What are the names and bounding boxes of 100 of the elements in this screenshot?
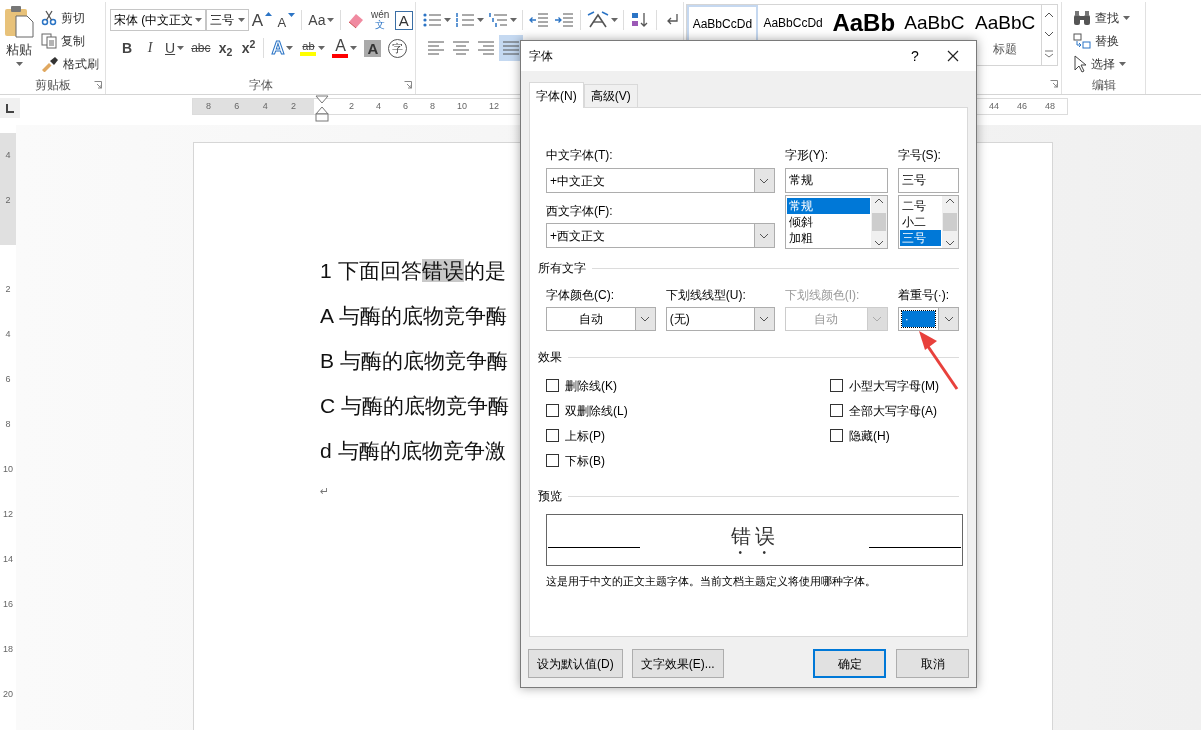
chevron-down-icon xyxy=(759,316,770,322)
underline-button[interactable]: U xyxy=(162,36,188,60)
section-title: 预览 xyxy=(538,488,562,505)
tab[interactable]: 高级(V) xyxy=(583,84,638,107)
align-justify-icon xyxy=(502,40,520,56)
checkbox[interactable] xyxy=(830,404,843,417)
field-label: 下划线颜色(I): xyxy=(784,288,861,303)
checkbox[interactable] xyxy=(546,429,559,442)
replace-button[interactable]: 替换 xyxy=(1070,29,1133,52)
chevron-down-icon xyxy=(1044,31,1055,37)
text-field[interactable]: 常规 xyxy=(784,168,888,193)
field-label: 中文字体(T): xyxy=(546,148,614,163)
dropdown-field[interactable]: · xyxy=(897,307,959,331)
highlight-button[interactable]: ab xyxy=(297,36,329,60)
list-item[interactable]: 加粗 xyxy=(786,230,870,246)
launcher-icon xyxy=(404,81,412,89)
scrollbar[interactable] xyxy=(870,196,887,248)
caret-icon xyxy=(194,18,202,22)
find-button[interactable]: 查找 xyxy=(1070,6,1133,29)
document-paragraph: B 与酶的底物竞争酶 xyxy=(320,348,508,374)
tab[interactable]: 字体(N) xyxy=(529,82,584,108)
subscript-button[interactable]: x$_{2}$ xyxy=(214,36,237,60)
ruler-number: 4 xyxy=(262,99,268,113)
checkbox[interactable] xyxy=(546,404,559,417)
field-label: 下划线线型(U): xyxy=(665,288,747,303)
caret-icon xyxy=(1119,61,1126,66)
group-label: 剪贴板 xyxy=(34,77,71,94)
phonetic-button[interactable]: wén 文 xyxy=(368,8,392,32)
bullet-list-icon xyxy=(421,12,442,28)
paragraph-mark: ↵ xyxy=(320,484,330,499)
preview-text: 错误 xyxy=(730,523,779,549)
italic-button[interactable]: I xyxy=(139,36,161,60)
group-label: 字体 xyxy=(248,77,273,94)
checkbox[interactable] xyxy=(546,379,559,392)
dialog-button[interactable]: 设为默认值(D) xyxy=(528,649,623,678)
ruler-number: 10 xyxy=(457,99,468,113)
scrollbar[interactable] xyxy=(942,196,958,248)
chevron-down-icon xyxy=(759,232,770,239)
group-label: 编辑 xyxy=(1091,77,1116,94)
effects-button[interactable]: A xyxy=(268,36,297,60)
dialog-button[interactable]: 文字效果(E)... xyxy=(631,649,724,678)
select-button[interactable]: 选择 xyxy=(1070,52,1133,75)
dialog-button[interactable]: 确定 xyxy=(813,649,886,678)
checkbox-label: 下标(B) xyxy=(565,452,605,470)
more-icon xyxy=(1044,50,1055,59)
field-label: 着重号(·): xyxy=(897,288,950,303)
strike-button[interactable]: abc xyxy=(188,36,214,60)
ruler-number: 8 xyxy=(430,99,436,113)
paste-button[interactable]: 粘贴 xyxy=(0,2,38,76)
color-button[interactable]: A xyxy=(329,36,361,60)
border-button[interactable]: A xyxy=(392,8,416,32)
shrink-button[interactable]: A xyxy=(275,8,298,32)
ruler-number: 6 xyxy=(5,374,11,385)
ruler-number: 18 xyxy=(3,644,13,655)
section-title: 效果 xyxy=(538,349,562,366)
case-button[interactable]: Aa xyxy=(306,8,337,32)
dialog-title: 字体 xyxy=(528,48,554,65)
align-left-icon xyxy=(427,40,445,56)
list-item[interactable]: 二号 xyxy=(899,198,941,214)
chevron-up-icon xyxy=(945,198,955,204)
checkbox-label: 双删除线(L) xyxy=(565,402,628,420)
align-justify-button[interactable] xyxy=(499,35,523,61)
ruler-number: 12 xyxy=(3,509,13,520)
text-field[interactable]: 三号 xyxy=(897,168,959,193)
list-item[interactable]: 小二 xyxy=(899,214,941,230)
font-size-select[interactable]: 三号 xyxy=(205,9,249,31)
checkbox-label: 全部大写字母(A) xyxy=(849,402,937,420)
dialog-button[interactable]: 取消 xyxy=(896,649,969,678)
list-item[interactable]: 三号 xyxy=(899,230,941,246)
dropdown-field[interactable]: +中文正文 xyxy=(546,168,775,193)
close-icon xyxy=(947,50,959,62)
list-item[interactable]: 常规 xyxy=(786,198,870,214)
brush-icon xyxy=(41,55,59,72)
launcher-icon xyxy=(94,81,102,89)
caret-icon xyxy=(15,61,23,66)
checkbox[interactable] xyxy=(830,429,843,442)
checkbox[interactable] xyxy=(546,454,559,467)
outdent-icon xyxy=(529,12,550,28)
copy-button[interactable]: 复制 xyxy=(38,29,102,52)
dropdown-field[interactable]: (无) xyxy=(665,307,775,331)
numbered-list-icon xyxy=(454,12,475,28)
font-name-select[interactable]: 宋体 (中文正文 xyxy=(110,9,206,31)
checkbox[interactable] xyxy=(830,379,843,392)
ruler-number: 2 xyxy=(5,195,11,206)
indent-marker-icon[interactable] xyxy=(314,95,330,123)
ruler-number: 2 xyxy=(5,284,11,295)
list-item[interactable]: 倾斜 xyxy=(786,214,870,230)
format-painter-button[interactable]: 格式刷 xyxy=(38,52,102,75)
caret-icon xyxy=(509,18,517,22)
ruler-number: 12 xyxy=(489,99,500,113)
superscript-button[interactable]: x$^{2}$ xyxy=(237,36,260,60)
caret-icon xyxy=(237,18,245,22)
dropdown-field[interactable]: +西文正文 xyxy=(546,223,775,248)
grow-button[interactable]: A xyxy=(249,8,275,32)
bold-button[interactable]: B xyxy=(116,36,138,60)
align-right-icon xyxy=(477,40,495,56)
cut-button[interactable]: 剪切 xyxy=(38,6,102,29)
dropdown-field[interactable]: 自动 xyxy=(546,307,656,331)
tab-stop-selector[interactable] xyxy=(0,98,20,118)
multilevel-list-icon xyxy=(487,12,508,28)
